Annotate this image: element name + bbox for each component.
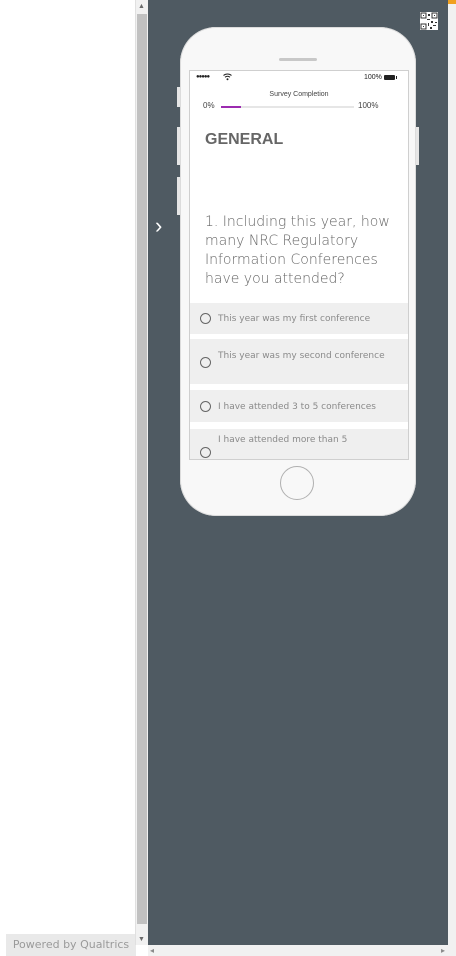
radio-button[interactable] [200,313,211,324]
choice-label: I have attended 3 to 5 conferences [218,402,376,412]
progress-bar [221,106,354,108]
phone-frame: ●●●●● 100% Survey Completion 0% 100% GEN… [177,27,419,516]
scroll-right-icon[interactable]: ▸ [441,945,445,956]
choice-option[interactable]: I have attended 3 to 5 conferences [190,390,408,422]
accent-corner [448,0,456,4]
signal-strength-icon: ●●●●● [196,74,210,80]
progress-title: Survey Completion [269,91,329,98]
scroll-down-icon[interactable]: ▼ [138,936,145,943]
scroll-left-icon[interactable]: ◂ [150,945,154,956]
radio-button[interactable] [200,401,211,412]
vertical-scrollbar[interactable]: ▲ ▼ [135,0,148,945]
phone-speaker [279,58,317,61]
progress-min-label: 0% [203,101,215,110]
right-scrollbar[interactable] [448,0,456,956]
progress-fill [221,106,241,108]
vertical-scroll-thumb[interactable] [137,14,147,924]
status-bar: ●●●●● 100% [190,71,408,85]
progress-max-label: 100% [358,101,379,110]
left-pane [0,0,135,956]
choice-label: This year was my first conference [218,314,371,324]
choice-option[interactable]: This year was my first conference [190,303,408,334]
battery-percent: 100% [364,74,382,81]
block-title: GENERAL [205,131,284,148]
question-text: 1. Including this year, how many NRC Reg… [205,214,390,287]
radio-button[interactable] [200,357,211,368]
choice-option[interactable]: This year was my second conference [190,339,408,384]
choice-label: I have attended more than 5 [218,435,348,445]
wifi-icon [223,73,232,81]
choice-label: This year was my second conference [218,351,385,361]
radio-button[interactable] [200,447,211,458]
qr-code-icon[interactable] [420,12,438,30]
horizontal-scrollbar[interactable]: ◂ ▸ [148,945,448,956]
battery-icon [384,75,397,80]
expand-panel-chevron-icon[interactable]: › [155,214,175,238]
home-button[interactable] [280,466,314,500]
choice-option[interactable]: I have attended more than 5 [190,429,408,459]
phone-side-button [177,87,180,107]
powered-by-label[interactable]: Powered by Qualtrics [6,934,136,956]
phone-screen: ●●●●● 100% Survey Completion 0% 100% GEN… [189,70,409,460]
phone-volume-up-button [177,127,180,165]
scroll-up-icon[interactable]: ▲ [138,3,145,10]
phone-power-button [416,127,419,165]
phone-volume-down-button [177,177,180,215]
